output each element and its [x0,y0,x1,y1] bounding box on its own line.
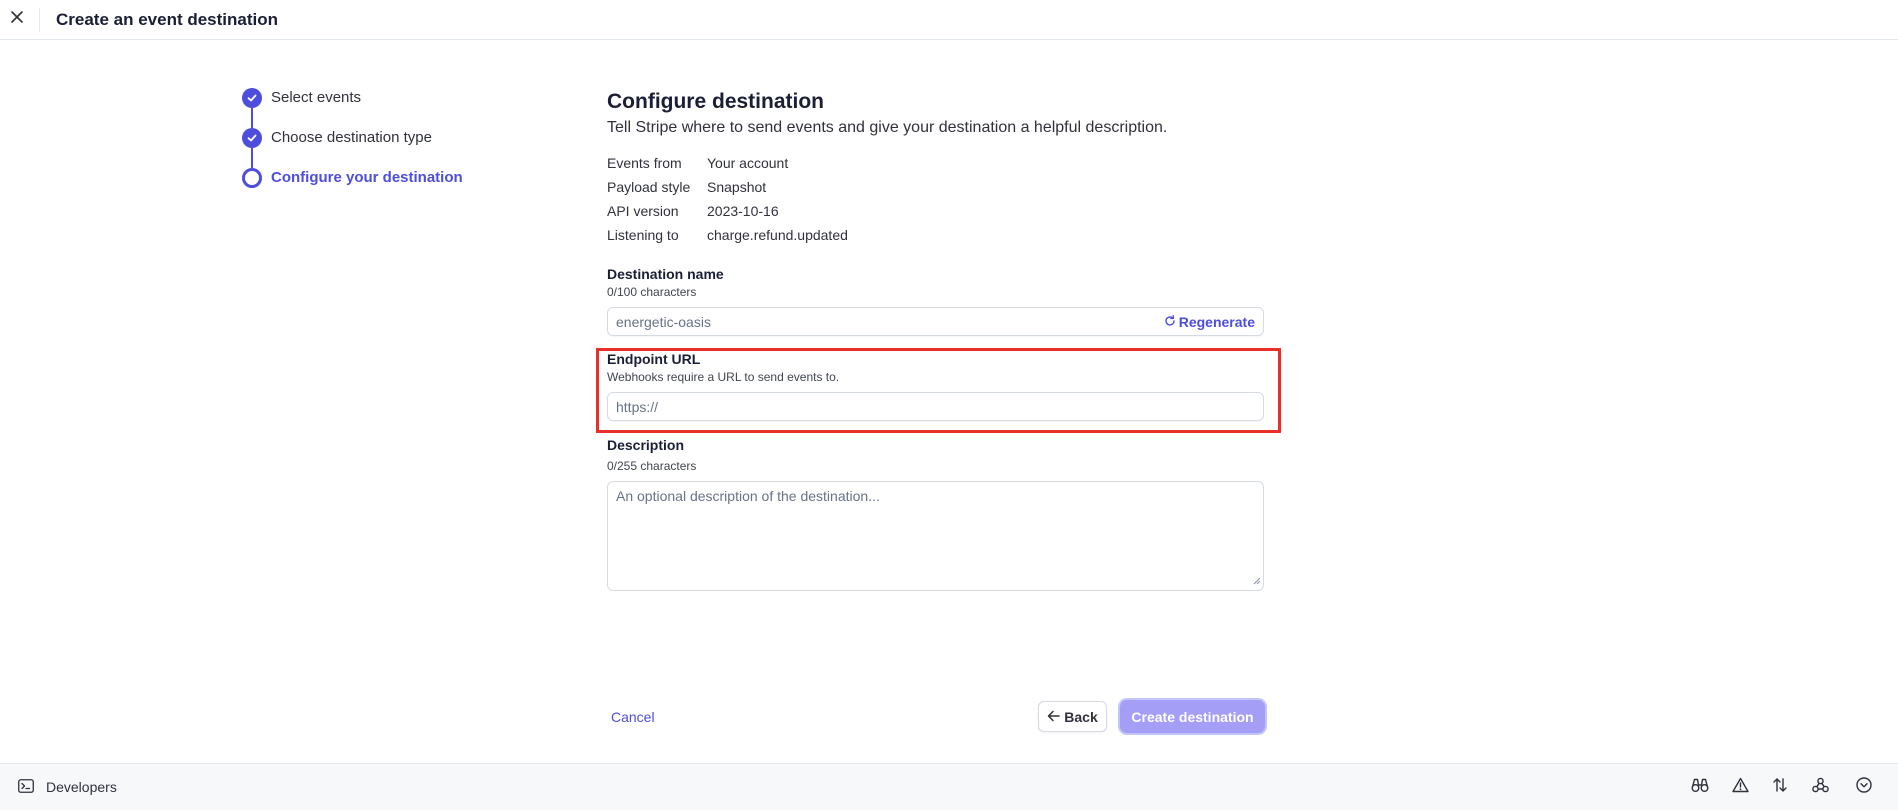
step-connector [251,108,253,128]
step-label: Choose destination type [271,129,432,146]
warning-icon [1731,777,1749,798]
destination-summary: Events from Your account Payload style S… [607,151,1264,247]
destination-name-char-count: 0/100 characters [607,285,697,299]
arrow-left-icon [1047,709,1064,725]
binoculars-icon [1691,777,1709,798]
webhooks-icon [1811,777,1829,798]
summary-row: Listening to charge.refund.updated [607,223,1264,247]
destination-name-label: Destination name [607,266,724,282]
back-button[interactable]: Back [1038,701,1107,732]
step-complete-check-icon [242,128,262,148]
inspector-button[interactable] [1680,767,1720,807]
step-complete-check-icon [242,88,262,108]
developers-label: Developers [46,779,117,795]
create-destination-button[interactable]: Create destination [1120,700,1265,733]
webhooks-button[interactable] [1800,767,1840,807]
summary-key: Payload style [607,179,691,195]
back-label: Back [1064,708,1098,725]
page-title: Create an event destination [56,9,279,29]
summary-row: Events from Your account [607,151,1264,175]
description-textarea[interactable]: An optional description of the destinati… [607,481,1264,591]
destination-name-placeholder: energetic-oasis [616,313,711,330]
developers-toggle[interactable]: Developers [18,778,117,796]
summary-row: API version 2023-10-16 [607,199,1264,223]
regenerate-button[interactable]: Regenerate [1164,308,1255,335]
summary-value: Snapshot [707,179,767,195]
summary-value: Your account [707,155,789,171]
description-field: Description 0/255 characters An optional… [607,436,1264,591]
destination-name-field: Destination name 0/100 characters energe… [607,265,1264,336]
refresh-icon [1164,314,1179,330]
developers-bar: Developers [0,763,1898,810]
close-button[interactable] [0,2,34,38]
step-label: Select events [271,89,362,106]
step-configure-destination: Configure your destination [242,168,463,208]
summary-row: Payload style Snapshot [607,175,1264,199]
header-divider [39,7,40,32]
api-logs-button[interactable] [1760,767,1800,807]
cancel-button[interactable]: Cancel [611,707,655,727]
section-heading: Configure destination [607,90,824,113]
resize-handle-icon[interactable] [1253,572,1261,588]
step-select-events[interactable]: Select events [242,88,463,128]
errors-button[interactable] [1720,767,1760,807]
endpoint-url-highlight-box [596,348,1281,433]
summary-value: charge.refund.updated [707,227,848,243]
destination-name-input[interactable]: energetic-oasis Regenerate [607,307,1264,336]
summary-value: 2023-10-16 [707,203,779,219]
description-char-count: 0/255 characters [607,459,697,473]
terminal-icon [18,778,46,796]
close-icon [10,10,24,29]
summary-key: API version [607,203,679,219]
top-bar: Create an event destination [0,0,1898,40]
description-placeholder: An optional description of the destinati… [616,488,880,504]
step-choose-destination-type[interactable]: Choose destination type [242,128,463,168]
collapse-button[interactable] [1844,767,1884,807]
step-connector [251,148,253,168]
transfer-arrows-icon [1772,777,1788,798]
section-subtitle: Tell Stripe where to send events and giv… [607,119,1168,136]
description-label: Description [607,437,685,453]
step-current-circle-icon [242,168,262,188]
regenerate-label: Regenerate [1178,313,1255,330]
step-label: Configure your destination [271,169,463,186]
summary-key: Listening to [607,227,679,243]
configure-destination-form: Configure destination Tell Stripe where … [607,88,1264,591]
developer-tools [1680,764,1898,810]
progress-stepper: Select events Choose destination type Co… [242,88,463,208]
chevron-down-circle-icon [1856,776,1872,798]
summary-key: Events from [607,155,682,171]
